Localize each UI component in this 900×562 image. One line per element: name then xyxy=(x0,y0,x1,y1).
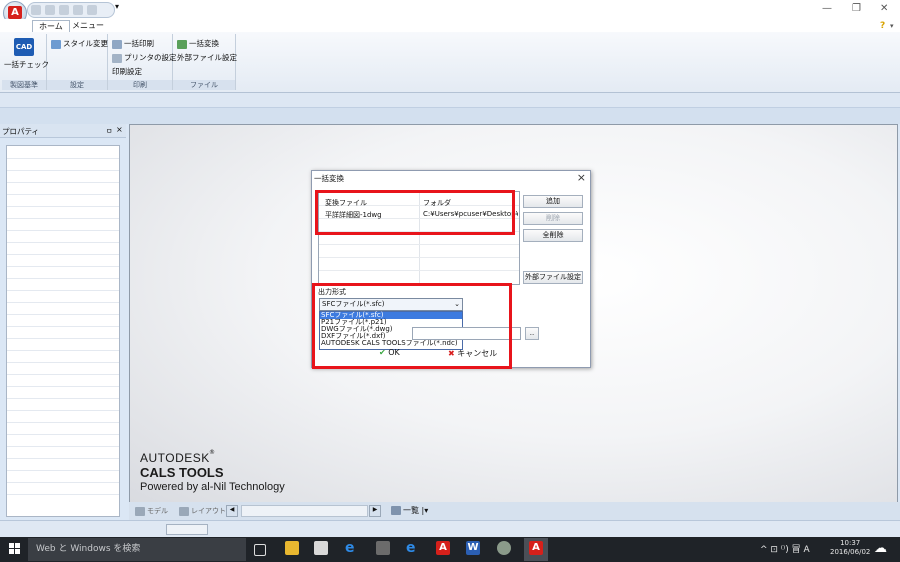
printer-icon xyxy=(112,53,122,63)
clock-time: 10:37 xyxy=(840,539,861,547)
tab-model-label: モデル xyxy=(147,507,168,515)
batch-convert-label: 一括変換 xyxy=(189,39,219,48)
open-icon[interactable] xyxy=(45,5,55,15)
clock-date: 2016/06/02 xyxy=(830,548,871,556)
edge-icon[interactable]: e xyxy=(345,541,359,555)
satellite-icon[interactable] xyxy=(497,541,511,555)
undo-icon[interactable] xyxy=(73,5,83,15)
registered-mark: ® xyxy=(209,449,215,456)
media-icon[interactable] xyxy=(376,541,390,555)
ribbon-group-file: 一括変換 外部ファイル設定 ファイル xyxy=(173,34,237,90)
style-change-label: スタイル変更 xyxy=(63,39,108,48)
cals-tools-taskbar-icon[interactable]: A xyxy=(529,541,543,555)
word-icon[interactable]: W xyxy=(466,541,480,555)
autodesk-app-icon[interactable]: A xyxy=(436,541,450,555)
quick-access-toolbar[interactable] xyxy=(27,2,115,18)
cad-check-icon: CAD xyxy=(14,38,34,56)
ribbon-tab-row xyxy=(0,19,900,32)
ie-icon[interactable]: e xyxy=(406,541,420,555)
group-label-print: 印刷 xyxy=(108,80,172,90)
properties-panel-header: プロパティ ㅁ × xyxy=(0,124,126,138)
redo-icon[interactable] xyxy=(87,5,97,15)
layout-tab-bar: モデル レイアウト ◀ ▶ 一覧 |▾ xyxy=(129,502,900,520)
style-icon xyxy=(51,39,61,49)
print-icon[interactable] xyxy=(59,5,69,15)
batch-print-button[interactable]: 一括印刷 xyxy=(112,38,154,49)
dialog-close-icon[interactable]: × xyxy=(577,171,586,184)
list-view-button[interactable]: 一覧 |▾ xyxy=(391,505,428,516)
brand-cals-tools: CALS TOOLS xyxy=(140,465,224,480)
ribbon-strip xyxy=(0,93,900,107)
tab-layout-label: レイアウト xyxy=(191,507,226,515)
external-settings-button[interactable]: 外部ファイル設定 xyxy=(523,271,583,284)
status-toggle[interactable] xyxy=(166,524,208,535)
batch-print-label: 一括印刷 xyxy=(124,39,154,48)
style-change-button[interactable]: スタイル変更 xyxy=(51,38,108,49)
brand-powered-by: Powered by al-Nil Technology xyxy=(140,481,285,493)
taskbar-search[interactable]: Web と Windows を検索 xyxy=(28,538,246,561)
close-icon[interactable]: ✕ xyxy=(880,3,888,14)
restore-icon[interactable]: ❐ xyxy=(852,3,861,14)
status-bar xyxy=(0,520,900,537)
brand-autodesk: AUTODESK xyxy=(140,451,210,465)
notification-icon[interactable]: ☁ xyxy=(874,541,887,556)
external-file-settings-button[interactable]: 外部ファイル設定 xyxy=(177,52,237,63)
save-icon[interactable] xyxy=(31,5,41,15)
remove-all-button[interactable]: 全削除 xyxy=(523,229,583,242)
printer-settings-label: プリンタの設定 xyxy=(124,53,177,62)
minimize-icon[interactable]: — xyxy=(822,3,832,14)
ribbon-group-standard: CAD 一括チェック 製図基準 xyxy=(2,34,49,90)
help-dropdown-icon[interactable]: ▾ xyxy=(890,22,894,30)
pin-icon[interactable]: ㅁ xyxy=(106,126,112,136)
layout-icon xyxy=(179,506,189,516)
convert-icon xyxy=(177,39,187,49)
system-tray[interactable]: ^ ⊡ ⁽⁾) 冒 A xyxy=(760,542,810,555)
batch-check-button[interactable]: 一括チェック xyxy=(4,59,49,70)
printer-settings-button[interactable]: プリンタの設定 xyxy=(112,52,177,63)
tab-layout[interactable]: レイアウト xyxy=(179,506,226,516)
batch-convert-dialog: 一括変換 × 変換ファイル フォルダ 平詳詳細図-1dwg C:¥Users¥p… xyxy=(311,170,591,369)
batch-convert-button[interactable]: 一括変換 xyxy=(177,38,219,49)
group-label-file: ファイル xyxy=(173,80,235,90)
title-bar xyxy=(0,0,900,19)
store-icon[interactable] xyxy=(314,541,328,555)
properties-list[interactable] xyxy=(6,145,120,517)
help-icon[interactable]: ? xyxy=(880,21,885,31)
qat-dropdown-icon[interactable]: ▾ xyxy=(115,2,119,11)
group-label-settings: 設定 xyxy=(47,80,107,90)
highlight-output-format xyxy=(312,283,512,369)
scroll-left-icon[interactable]: ◀ xyxy=(226,505,238,517)
properties-title: プロパティ xyxy=(2,127,40,136)
dialog-title: 一括変換 xyxy=(314,174,344,183)
model-icon xyxy=(135,506,145,516)
add-button[interactable]: 追加 xyxy=(523,195,583,208)
toolbar-strip xyxy=(0,107,900,124)
layout-scrollbar[interactable] xyxy=(241,505,368,517)
task-view-icon[interactable] xyxy=(254,544,266,556)
tab-model[interactable]: モデル xyxy=(135,506,168,516)
remove-button[interactable]: 削除 xyxy=(523,212,583,225)
print-settings-button[interactable]: 印刷設定 xyxy=(112,66,142,77)
browse-button[interactable]: .. xyxy=(525,327,539,340)
start-button[interactable] xyxy=(9,543,20,554)
tab-menu[interactable]: メニュー xyxy=(66,20,110,32)
panel-close-icon[interactable]: × xyxy=(116,125,123,134)
list-icon xyxy=(391,506,401,515)
highlight-file-list xyxy=(315,190,515,235)
print-icon xyxy=(112,39,122,49)
list-view-label: 一覧 xyxy=(403,506,419,515)
ribbon-group-settings: スタイル変更 設定 xyxy=(47,34,108,90)
ribbon-group-print: 一括印刷 プリンタの設定 印刷設定 印刷 xyxy=(108,34,177,90)
group-label-standard: 製図基準 xyxy=(2,80,46,90)
file-explorer-icon[interactable] xyxy=(285,541,299,555)
clock[interactable]: 10:37 2016/06/02 xyxy=(830,539,870,557)
scroll-right-icon[interactable]: ▶ xyxy=(369,505,381,517)
